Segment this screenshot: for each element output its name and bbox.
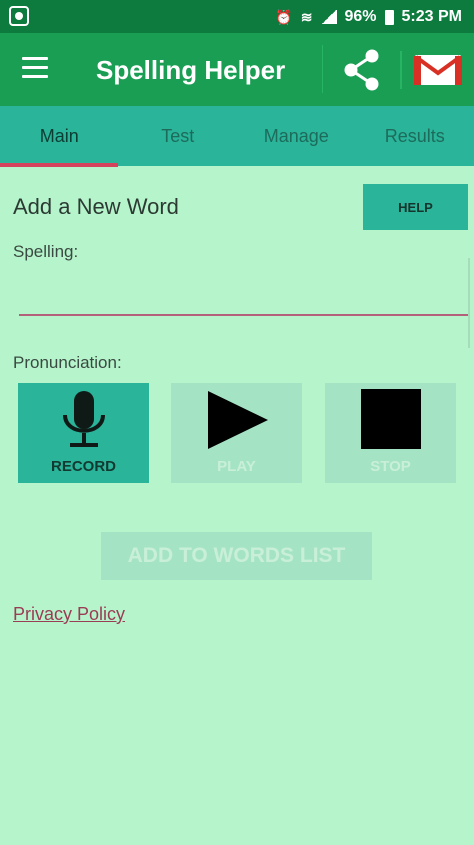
play-icon bbox=[204, 389, 270, 454]
battery-percent: 96% bbox=[344, 8, 377, 25]
shield-icon bbox=[9, 6, 29, 26]
battery-icon bbox=[384, 9, 394, 25]
action-divider bbox=[400, 51, 402, 89]
tab-test[interactable]: Test bbox=[119, 106, 238, 166]
action-divider bbox=[322, 45, 323, 93]
share-icon[interactable] bbox=[330, 47, 394, 95]
stop-icon bbox=[359, 389, 423, 454]
play-label: PLAY bbox=[217, 458, 256, 475]
privacy-policy-link[interactable]: Privacy Policy bbox=[13, 604, 125, 625]
tab-results[interactable]: Results bbox=[356, 106, 474, 166]
spelling-input[interactable] bbox=[19, 278, 468, 316]
help-button[interactable]: HELP bbox=[363, 184, 468, 230]
gmail-icon[interactable] bbox=[412, 53, 464, 87]
wifi-icon: ≋ bbox=[300, 8, 313, 25]
scrollbar bbox=[468, 258, 470, 348]
tab-main[interactable]: Main bbox=[0, 106, 119, 166]
app-bar: Spelling Helper bbox=[0, 33, 474, 106]
app-title: Spelling Helper bbox=[96, 55, 286, 85]
spelling-label: Spelling: bbox=[13, 242, 79, 261]
section-title: Add a New Word bbox=[13, 194, 179, 219]
tab-indicator bbox=[0, 163, 118, 167]
microphone-icon bbox=[56, 389, 112, 454]
stop-button[interactable]: STOP bbox=[325, 383, 456, 483]
hamburger-menu-icon[interactable] bbox=[22, 57, 50, 81]
clock: 5:23 PM bbox=[401, 8, 462, 25]
stop-label: STOP bbox=[370, 458, 411, 475]
alarm-icon: ⏰ bbox=[275, 8, 293, 25]
tab-manage[interactable]: Manage bbox=[237, 106, 356, 166]
pronunciation-label: Pronunciation: bbox=[13, 353, 122, 372]
record-button[interactable]: RECORD bbox=[18, 383, 149, 483]
signal-icon bbox=[320, 10, 337, 24]
status-right-cluster: ⏰ ≋ 96% 5:23 PM bbox=[275, 6, 462, 28]
record-label: RECORD bbox=[50, 458, 116, 475]
tab-bar: Main Test Manage Results bbox=[0, 106, 474, 166]
status-bar: ⏰ ≋ 96% 5:23 PM bbox=[0, 0, 474, 33]
play-button[interactable]: PLAY bbox=[171, 383, 302, 483]
add-to-words-list-button[interactable]: ADD TO WORDS LIST bbox=[101, 532, 372, 580]
